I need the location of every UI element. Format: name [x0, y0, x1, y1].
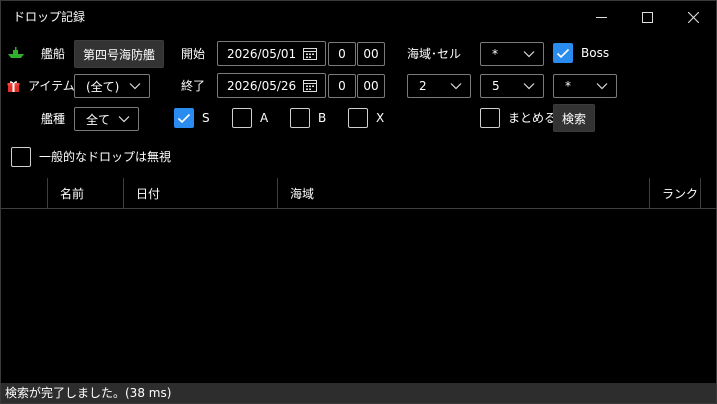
maximize-icon [641, 11, 653, 23]
start-date-field[interactable]: 2026/05/01 [217, 41, 326, 66]
boss-checkbox[interactable] [553, 43, 573, 63]
gift-icon [7, 81, 20, 92]
start-minute-field[interactable]: 00 [357, 42, 385, 66]
rank-a-checkbox[interactable] [232, 108, 252, 128]
column-header-filler [700, 178, 716, 209]
checkmark-icon [177, 113, 191, 123]
results-table-body[interactable] [1, 210, 716, 383]
column-header-name[interactable]: 名前 [47, 178, 123, 209]
minimize-button[interactable] [578, 1, 624, 33]
rank-x-checkbox[interactable] [348, 108, 368, 128]
chevron-down-icon [523, 83, 535, 90]
end-minute-value: 00 [363, 79, 379, 93]
ship-type-value: 全て [86, 112, 111, 127]
rank-b-label: B [318, 111, 327, 125]
column-header-map[interactable]: 海域 [277, 178, 649, 209]
item-value: (全て) [86, 79, 120, 94]
item-dropdown[interactable]: (全て) [74, 74, 150, 98]
boss-label: Boss [581, 46, 610, 60]
start-date-value: 2026/05/01 [227, 46, 297, 61]
map-label: 海域･セル [407, 47, 462, 61]
map-world-dropdown[interactable]: 2 [407, 74, 471, 98]
map-area-dropdown[interactable]: * [480, 42, 544, 66]
ship-type-dropdown[interactable]: 全て [74, 107, 139, 131]
map-sub-dropdown[interactable]: 5 [480, 74, 544, 98]
start-hour-value: 0 [338, 47, 346, 61]
checkmark-icon [556, 48, 570, 58]
rank-s-label: S [202, 111, 210, 125]
ignore-common-checkbox[interactable] [11, 147, 31, 167]
table-header: 名前 日付 海域 ランク [1, 178, 716, 209]
map-cell-dropdown[interactable]: * [553, 74, 617, 98]
drop-record-window: ドロップ記録 艦船 第四号海防艦 開始 2026/05/01 0 00 海域･セ… [0, 0, 717, 404]
map-area-value: * [492, 47, 498, 61]
map-world-value: 2 [419, 79, 427, 93]
ship-select-button[interactable]: 第四号海防艦 [74, 40, 164, 68]
end-hour-field[interactable]: 0 [328, 74, 356, 98]
calendar-icon[interactable] [303, 47, 317, 60]
end-hour-value: 0 [338, 79, 346, 93]
rank-s-checkbox[interactable] [174, 108, 194, 128]
chevron-down-icon [450, 83, 462, 90]
chevron-down-icon [523, 51, 535, 58]
minimize-icon [595, 16, 607, 18]
chevron-down-icon [129, 83, 141, 90]
column-header-rank[interactable]: ランク [649, 178, 700, 209]
rank-a-label: A [260, 111, 269, 125]
end-date-value: 2026/05/26 [227, 78, 297, 93]
start-label: 開始 [181, 47, 206, 61]
status-bar: 検索が完了しました。(38 ms) [1, 383, 716, 403]
close-icon [687, 11, 699, 23]
merge-label: まとめる [508, 111, 557, 125]
rank-b-checkbox[interactable] [290, 108, 310, 128]
maximize-button[interactable] [624, 1, 670, 33]
search-button[interactable]: 検索 [553, 104, 595, 132]
map-cell-value: * [565, 79, 571, 93]
close-button[interactable] [670, 1, 716, 33]
start-hour-field[interactable]: 0 [328, 42, 356, 66]
start-minute-value: 00 [363, 47, 379, 61]
row-header-column [1, 178, 47, 209]
rank-x-label: X [376, 111, 385, 125]
window-title: ドロップ記録 [13, 10, 86, 24]
chevron-down-icon [596, 83, 608, 90]
item-label: アイテム [28, 79, 75, 93]
ignore-common-label: 一般的なドロップは無視 [39, 150, 172, 164]
ship-icon [8, 47, 24, 58]
end-date-field[interactable]: 2026/05/26 [217, 73, 326, 98]
map-sub-value: 5 [492, 79, 500, 93]
merge-checkbox[interactable] [480, 108, 500, 128]
end-label: 終了 [181, 79, 206, 93]
chevron-down-icon [118, 116, 130, 123]
ship-label: 艦船 [41, 47, 66, 61]
end-minute-field[interactable]: 00 [357, 74, 385, 98]
column-header-date[interactable]: 日付 [123, 178, 277, 209]
calendar-icon[interactable] [303, 79, 317, 92]
ship-type-label: 艦種 [41, 112, 66, 126]
